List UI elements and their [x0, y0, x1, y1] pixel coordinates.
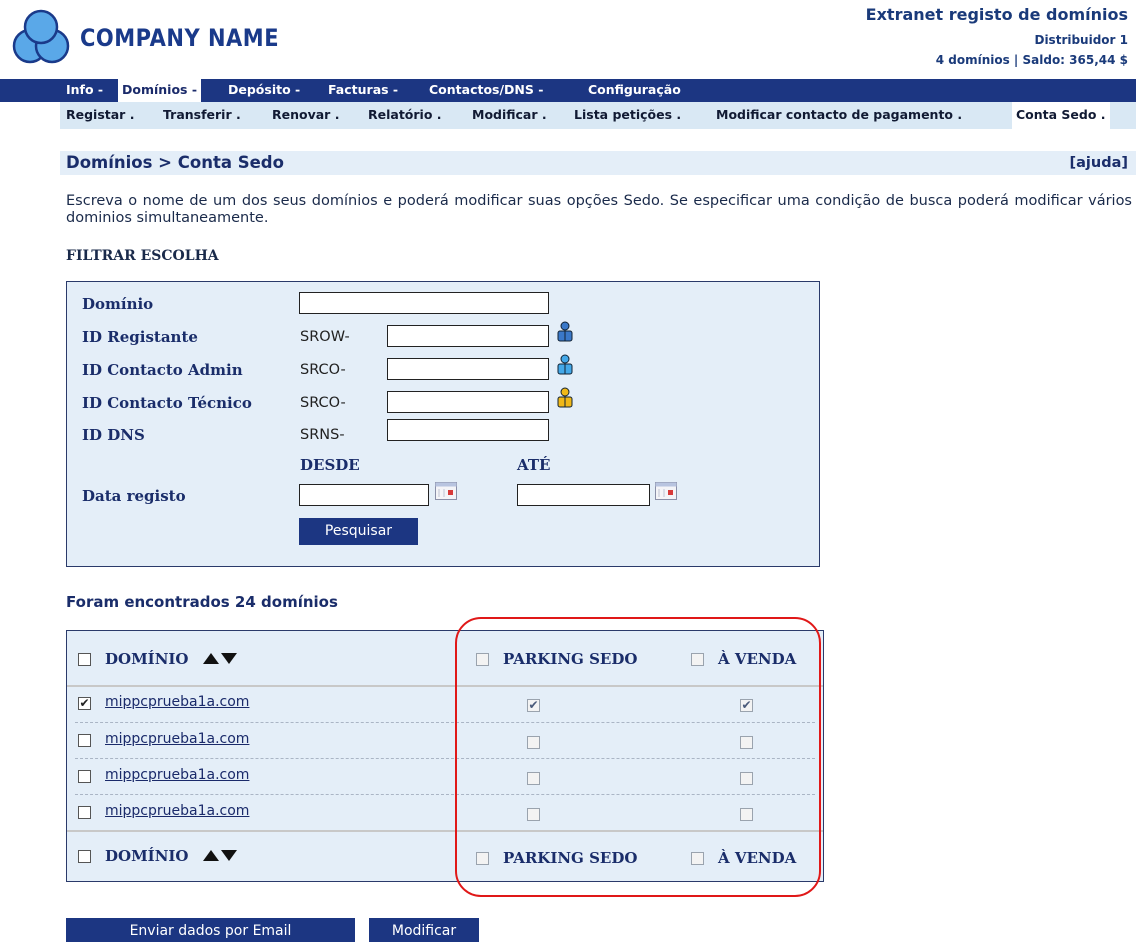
subnav-sedo-account[interactable]: Conta Sedo .	[1012, 102, 1110, 129]
select-all-checkbox[interactable]	[78, 653, 91, 666]
nav-deposit[interactable]: Depósito -	[224, 79, 304, 102]
tech-contact-input[interactable]	[387, 391, 549, 413]
main-nav: Info - Domínios - Depósito - Facturas - …	[0, 79, 1136, 102]
row-3-domain-link[interactable]: mippcprueba1a.com	[105, 767, 249, 783]
row-4-select-checkbox[interactable]	[78, 806, 91, 819]
domain-column-footer[interactable]: DOMÍNIO	[105, 847, 189, 865]
nav-domains[interactable]: Domínios -	[118, 79, 202, 102]
company-logo-icon	[12, 9, 70, 64]
domain-column-header[interactable]: DOMÍNIO	[105, 650, 189, 668]
nav-settings[interactable]: Configuração	[584, 79, 685, 102]
nav-contacts-dns[interactable]: Contactos/DNS -	[425, 79, 547, 102]
admin-contact-prefix: SRCO-	[300, 362, 346, 378]
subnav-transfer[interactable]: Transferir .	[163, 102, 241, 129]
registrant-lookup-icon[interactable]	[556, 321, 574, 343]
domain-input[interactable]	[299, 292, 549, 314]
dns-prefix: SRNS-	[300, 427, 345, 443]
row-3-select-checkbox[interactable]	[78, 770, 91, 783]
admin-contact-label: ID Contacto Admin	[82, 361, 243, 379]
subnav-modify[interactable]: Modificar .	[472, 102, 547, 129]
sort-arrows-footer-icon[interactable]	[203, 849, 237, 862]
sub-nav: Registar . Transferir . Renovar . Relató…	[60, 102, 1136, 129]
row-1-domain-link[interactable]: mippcprueba1a.com	[105, 694, 249, 710]
select-all-footer-checkbox[interactable]	[78, 850, 91, 863]
account-info: 4 domínios | Saldo: 365,44 $	[935, 53, 1128, 67]
subnav-report[interactable]: Relatório .	[368, 102, 442, 129]
extranet-title: Extranet registo de domínios	[865, 5, 1128, 24]
row-2-select-checkbox[interactable]	[78, 734, 91, 747]
registrant-prefix: SROW-	[300, 329, 350, 345]
help-link[interactable]: [ajuda]	[1070, 152, 1129, 174]
email-data-button[interactable]: Enviar dados por Email	[66, 918, 355, 942]
admin-contact-lookup-icon[interactable]	[556, 354, 574, 376]
nav-invoices[interactable]: Facturas -	[324, 79, 402, 102]
subnav-payment-contact[interactable]: Modificar contacto de pagamento .	[716, 102, 962, 129]
breadcrumb: Domínios > Conta Sedo	[66, 153, 284, 172]
subnav-register[interactable]: Registar .	[66, 102, 134, 129]
filter-panel: Domínio ID Registante SROW- ID Contacto …	[66, 281, 820, 567]
from-label: DESDE	[300, 456, 360, 474]
subnav-request-list[interactable]: Lista petições .	[574, 102, 681, 129]
admin-contact-input[interactable]	[387, 358, 549, 380]
row-2-domain-link[interactable]: mippcprueba1a.com	[105, 731, 249, 747]
calendar-from-icon[interactable]	[435, 482, 457, 500]
distributor-name: Distribuidor 1	[1034, 33, 1128, 47]
filter-heading: FILTRAR ESCOLHA	[66, 248, 219, 264]
date-from-input[interactable]	[299, 484, 429, 506]
intro-text: Escreva o nome de um dos seus domínios e…	[66, 193, 1132, 226]
dns-id-input[interactable]	[387, 419, 549, 441]
company-name: COMPANY NAME	[80, 24, 280, 52]
calendar-to-icon[interactable]	[655, 482, 677, 500]
to-label: ATÉ	[517, 456, 551, 474]
sort-arrows-icon[interactable]	[203, 652, 237, 665]
tech-contact-label: ID Contacto Técnico	[82, 394, 252, 412]
results-count: Foram encontrados 24 domínios	[66, 593, 338, 611]
subnav-renew[interactable]: Renovar .	[272, 102, 339, 129]
search-button[interactable]: Pesquisar	[299, 518, 418, 545]
modify-button[interactable]: Modificar	[369, 918, 479, 942]
nav-info[interactable]: Info -	[62, 79, 107, 102]
registrant-label: ID Registante	[82, 328, 198, 346]
dns-label: ID DNS	[82, 426, 145, 444]
tech-contact-lookup-icon[interactable]	[556, 387, 574, 409]
highlight-outline	[455, 617, 821, 897]
row-1-select-checkbox[interactable]: ✔	[78, 697, 91, 710]
tech-contact-prefix: SRCO-	[300, 395, 346, 411]
registration-date-label: Data registo	[82, 487, 186, 505]
row-4-domain-link[interactable]: mippcprueba1a.com	[105, 803, 249, 819]
registrant-id-input[interactable]	[387, 325, 549, 347]
date-to-input[interactable]	[517, 484, 650, 506]
domain-label: Domínio	[82, 295, 154, 313]
